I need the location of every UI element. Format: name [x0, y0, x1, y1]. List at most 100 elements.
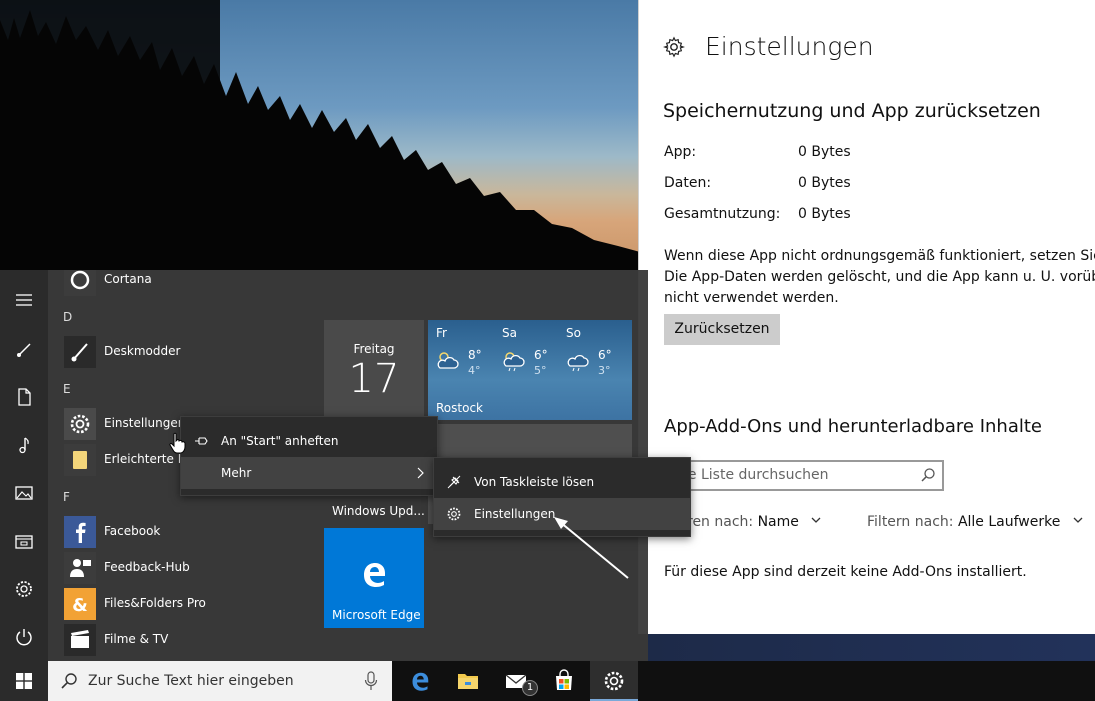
- data-size-value: 0 Bytes: [798, 175, 851, 191]
- reset-description: Wenn diese App nicht ordnungsgemäß funkt…: [664, 248, 1095, 306]
- svg-text:&: &: [72, 595, 88, 616]
- settings-window: Einstellungen Speichernutzung und App zu…: [638, 0, 1095, 634]
- addons-search-input[interactable]: ese Liste durchsuchen: [664, 460, 944, 491]
- partly-sunny-icon: [437, 352, 459, 369]
- desktop-wallpaper: [0, 0, 640, 270]
- pin-icon: [195, 437, 208, 445]
- search-placeholder: Zur Suche Text hier eingeben: [88, 673, 294, 689]
- weather-day: Fr: [436, 326, 447, 340]
- files-folders-icon: &: [64, 588, 96, 620]
- filter-value: Alle Laufwerke: [957, 514, 1061, 530]
- weather-low: 3°: [598, 364, 611, 377]
- context-menu: An "Start" anheften Mehr: [180, 416, 438, 496]
- feedback-hub-icon: [64, 552, 96, 584]
- app-label: Files&Folders Pro: [104, 596, 206, 610]
- document-icon[interactable]: [14, 387, 34, 407]
- hamburger-menu-icon[interactable]: [14, 290, 34, 310]
- taskbar: Zur Suche Text hier eingeben: [0, 661, 1095, 701]
- folder-icon: [458, 674, 478, 689]
- unpin-icon: [447, 475, 461, 489]
- group-letter-d[interactable]: D: [63, 310, 72, 324]
- taskbar-file-explorer[interactable]: [444, 661, 492, 701]
- sort-dropdown[interactable]: tieren nach: Name: [669, 514, 821, 530]
- total-size-label: Gesamtnutzung:: [664, 206, 781, 222]
- gear-icon: [447, 507, 461, 521]
- mail-badge: 1: [522, 680, 538, 696]
- film-icon: [64, 624, 96, 656]
- addons-heading: App-Add-Ons und herunterladbare Inhalte: [664, 416, 1042, 437]
- taskbar-edge[interactable]: [396, 661, 444, 701]
- taskbar-store[interactable]: [540, 661, 588, 701]
- desktop-background: [648, 634, 1095, 661]
- app-item-cortana[interactable]: Cortana: [63, 270, 323, 296]
- weather-high: 8°: [468, 348, 482, 362]
- weather-high: 6°: [534, 348, 548, 362]
- gear-icon: [64, 408, 96, 440]
- filter-label: Filtern nach:: [867, 514, 954, 530]
- brush-icon[interactable]: [14, 340, 34, 360]
- weather-low: 5°: [534, 364, 547, 377]
- unpin-taskbar-item[interactable]: Von Taskleiste lösen: [434, 466, 690, 498]
- search-icon[interactable]: [920, 467, 936, 483]
- microphone-icon[interactable]: [364, 671, 378, 691]
- rain-icon: [567, 354, 589, 372]
- addons-search-placeholder: ese Liste durchsuchen: [672, 467, 829, 483]
- facebook-icon: [64, 516, 96, 548]
- menu-item-label: Von Taskleiste lösen: [474, 475, 595, 489]
- app-item-facebook[interactable]: Facebook: [63, 516, 323, 548]
- app-item-feedback-hub[interactable]: Feedback-Hub: [63, 552, 323, 584]
- group-letter-f[interactable]: F: [63, 490, 70, 504]
- file-explorer-icon[interactable]: [14, 531, 34, 551]
- weather-tile[interactable]: Fr 8° 4° Sa 6° 5° So 6° 3° Rostock: [428, 320, 632, 420]
- taskbar-search-box[interactable]: Zur Suche Text hier eingeben: [48, 661, 392, 701]
- windows-logo-icon: [16, 673, 32, 689]
- group-letter-e[interactable]: E: [63, 382, 71, 396]
- cortana-icon: [64, 270, 96, 296]
- weather-day: So: [566, 326, 581, 340]
- weather-low: 4°: [468, 364, 481, 377]
- app-label: Facebook: [104, 524, 161, 538]
- pin-to-start-item[interactable]: An "Start" anheften: [181, 425, 437, 457]
- reset-button[interactable]: Zurücksetzen: [664, 314, 780, 345]
- chevron-right-icon: [417, 467, 424, 479]
- pictures-icon[interactable]: [14, 483, 34, 503]
- annotation-arrow: [554, 517, 629, 579]
- edge-tile[interactable]: Microsoft Edge: [324, 528, 424, 628]
- power-icon[interactable]: [14, 627, 34, 647]
- app-item-files-folders-pro[interactable]: & Files&Folders Pro: [63, 588, 323, 620]
- gear-icon: [663, 36, 685, 58]
- app-label: Feedback-Hub: [104, 560, 190, 574]
- taskbar-settings[interactable]: [590, 661, 638, 701]
- start-rail: [0, 270, 48, 661]
- more-item[interactable]: Mehr: [181, 457, 437, 489]
- gear-icon: [604, 671, 624, 691]
- search-icon: [61, 673, 77, 689]
- calendar-date: 17: [348, 356, 400, 402]
- page-title: Einstellungen: [705, 32, 874, 61]
- music-icon[interactable]: [14, 435, 34, 455]
- calendar-tile[interactable]: Freitag 17: [324, 320, 424, 420]
- filter-dropdown[interactable]: Filtern nach: Alle Laufwerke: [867, 514, 1083, 530]
- app-item-filme-tv[interactable]: Filme & TV: [63, 624, 323, 656]
- hand-cursor-icon: [169, 432, 186, 454]
- app-label: Cortana: [104, 272, 152, 286]
- weather-high: 6°: [598, 348, 612, 362]
- app-item-deskmodder[interactable]: Deskmodder: [63, 336, 323, 368]
- edge-icon: [412, 672, 429, 691]
- ease-of-access-icon: [64, 444, 96, 476]
- edge-icon: [364, 563, 385, 587]
- deskmodder-icon: [64, 336, 96, 368]
- store-icon: [556, 669, 572, 690]
- menu-item-label: Mehr: [221, 466, 252, 480]
- app-label: Einstellungen: [104, 416, 186, 430]
- start-button[interactable]: [0, 661, 48, 701]
- windows-update-tile-label[interactable]: Windows Upd...: [332, 504, 425, 518]
- chevron-down-icon: [811, 517, 821, 523]
- weather-day: Sa: [502, 326, 517, 340]
- data-size-label: Daten:: [664, 175, 712, 191]
- settings-gear-icon[interactable]: [14, 579, 34, 599]
- app-label: Filme & TV: [104, 632, 169, 646]
- calendar-day: Freitag: [353, 342, 395, 356]
- app-size-value: 0 Bytes: [798, 144, 851, 160]
- no-addons-message: Für diese App sind derzeit keine Add-Ons…: [664, 564, 1027, 580]
